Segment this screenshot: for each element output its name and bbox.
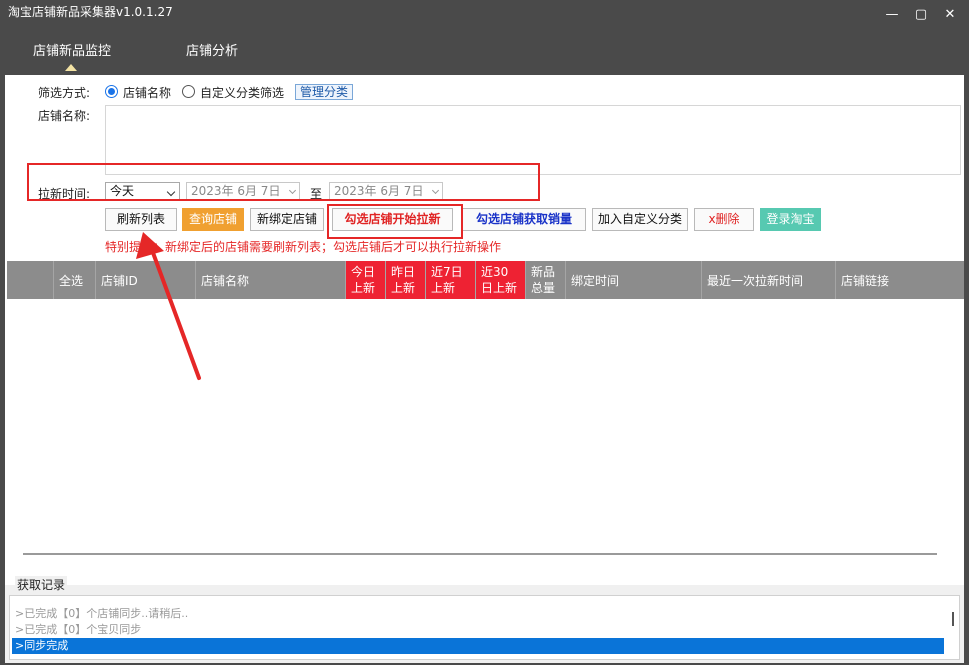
col-30day-new[interactable]: 近30 日上新 xyxy=(476,261,526,299)
close-icon[interactable]: ✕ xyxy=(940,6,960,24)
log-line[interactable]: >已完成【0】个宝贝同步 xyxy=(12,622,944,638)
col-yesterday-new-line1: 昨日 xyxy=(391,265,416,279)
start-pull-highlight xyxy=(327,204,463,239)
refresh-list-button[interactable]: 刷新列表 xyxy=(105,208,177,231)
col-new-total-line1: 新品 xyxy=(531,265,556,279)
col-last-pull-time[interactable]: 最近一次拉新时间 xyxy=(702,261,836,299)
radio-filter-custom-category-label[interactable]: 自定义分类筛选 xyxy=(200,84,284,101)
bind-new-shop-button[interactable]: 新绑定店铺 xyxy=(250,208,324,231)
col-30day-new-line2: 日上新 xyxy=(481,281,518,295)
radio-filter-shop-name[interactable] xyxy=(105,85,118,98)
col-today-new-line1: 今日 xyxy=(351,265,376,279)
col-shop-name[interactable]: 店铺名称 xyxy=(196,261,346,299)
active-tab-caret-icon xyxy=(65,64,77,71)
col-bind-time[interactable]: 绑定时间 xyxy=(566,261,702,299)
shop-table-header: 全选 店铺ID 店铺名称 今日上新 昨日上新 近7日上新 近30 日上新 新品总量… xyxy=(7,261,964,299)
get-sales-button[interactable]: 勾选店铺获取销量 xyxy=(462,208,586,231)
col-yesterday-new-line2: 上新 xyxy=(391,281,416,295)
col-new-total-line2: 总量 xyxy=(531,281,556,295)
maximize-icon[interactable]: ▢ xyxy=(911,6,931,24)
radio-filter-shop-name-label[interactable]: 店铺名称 xyxy=(123,84,171,101)
log-scrollbar[interactable] xyxy=(952,612,954,626)
radio-filter-custom-category[interactable] xyxy=(182,85,195,98)
minimize-icon[interactable]: — xyxy=(882,6,902,24)
col-shop-link[interactable]: 店铺链接 xyxy=(836,261,964,299)
col-today-new-line2: 上新 xyxy=(351,281,376,295)
warning-text: 特别提示：新绑定后的店铺需要刷新列表；勾选店铺后才可以执行拉新操作 xyxy=(105,240,502,254)
shop-name-label: 店铺名称: xyxy=(38,109,91,123)
log-list: >已完成【0】个店铺同步..请稍后.. >已完成【0】个宝贝同步 >同步完成 xyxy=(12,606,944,654)
log-section: >已完成【0】个店铺同步..请稍后.. >已完成【0】个宝贝同步 >同步完成 获… xyxy=(5,576,964,663)
manage-category-button[interactable]: 管理分类 xyxy=(295,84,353,100)
col-today-new[interactable]: 今日 上新 xyxy=(346,261,386,299)
main-panel: 筛选方式: 店铺名称 自定义分类筛选 管理分类 店铺名称: 拉新时间: 今天 2… xyxy=(5,75,964,585)
col-yesterday-new[interactable]: 昨日 上新 xyxy=(386,261,426,299)
query-shop-button[interactable]: 查询店铺 xyxy=(182,208,244,231)
tab-shop-new-monitor[interactable]: 店铺新品监控 xyxy=(33,40,111,62)
col-shop-id[interactable]: 店铺ID xyxy=(96,261,196,299)
col-7day-new[interactable]: 近7日上新 xyxy=(426,261,476,299)
login-taobao-button[interactable]: 登录淘宝 xyxy=(760,208,821,231)
add-custom-category-button[interactable]: 加入自定义分类 xyxy=(592,208,688,231)
log-line-selected[interactable]: >同步完成 xyxy=(12,638,944,654)
title-bar: 淘宝店铺新品采集器v1.0.1.27 — ▢ ✕ 店铺新品监控 店铺分析 xyxy=(0,0,969,75)
log-line[interactable]: >已完成【0】个店铺同步..请稍后.. xyxy=(12,606,944,622)
filter-label: 筛选方式: xyxy=(38,86,91,100)
tab-shop-analysis[interactable]: 店铺分析 xyxy=(186,40,238,62)
col-new-total[interactable]: 新品 总量 xyxy=(526,261,566,299)
window-title: 淘宝店铺新品采集器v1.0.1.27 xyxy=(8,5,173,19)
log-title: 获取记录 xyxy=(15,576,68,593)
log-list-box: >已完成【0】个店铺同步..请稍后.. >已完成【0】个宝贝同步 >同步完成 xyxy=(9,595,960,660)
time-row-highlight xyxy=(27,163,540,201)
col-30day-new-line1: 近30 xyxy=(481,265,509,279)
delete-button[interactable]: x删除 xyxy=(694,208,754,231)
col-7day-new-line1: 近7日 xyxy=(431,265,463,279)
col-checkbox xyxy=(7,261,54,299)
col-select-all[interactable]: 全选 xyxy=(54,261,96,299)
col-7day-new-line2: 上新 xyxy=(431,281,456,295)
table-horizontal-scrollbar[interactable] xyxy=(23,553,937,555)
